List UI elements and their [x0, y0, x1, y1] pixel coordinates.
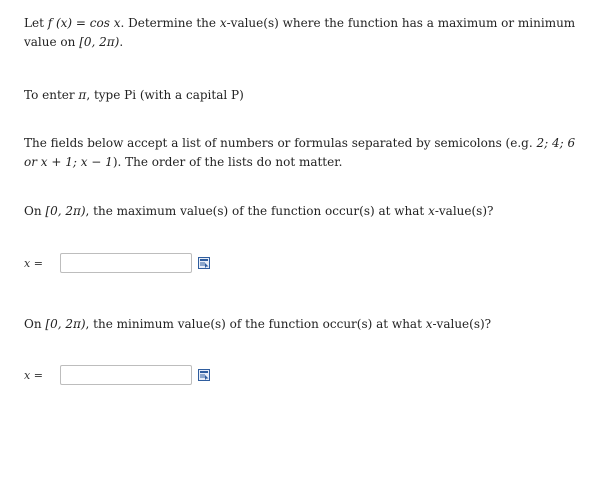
- min-answer-row: x =: [24, 364, 210, 386]
- max-answer-input[interactable]: [60, 253, 192, 273]
- preview-icon[interactable]: [198, 257, 210, 269]
- max-question: On [0, 2π), the maximum value(s) of the …: [24, 204, 494, 218]
- list-hint: The fields below accept a list of number…: [24, 136, 576, 169]
- pi-hint: To enter π, type Pi (with a capital P): [24, 88, 244, 102]
- function-definition: f (x) = cos x: [47, 16, 121, 30]
- preview-icon[interactable]: [198, 369, 210, 381]
- max-answer-label: x =: [24, 256, 43, 270]
- interval: [0, 2π): [79, 35, 120, 49]
- min-answer-input[interactable]: [60, 365, 192, 385]
- question-intro: Let f (x) = cos x. Determine the x-value…: [24, 16, 576, 49]
- min-answer-label: x =: [24, 368, 43, 382]
- max-answer-row: x =: [24, 252, 210, 274]
- min-question: On [0, 2π), the minimum value(s) of the …: [24, 317, 492, 331]
